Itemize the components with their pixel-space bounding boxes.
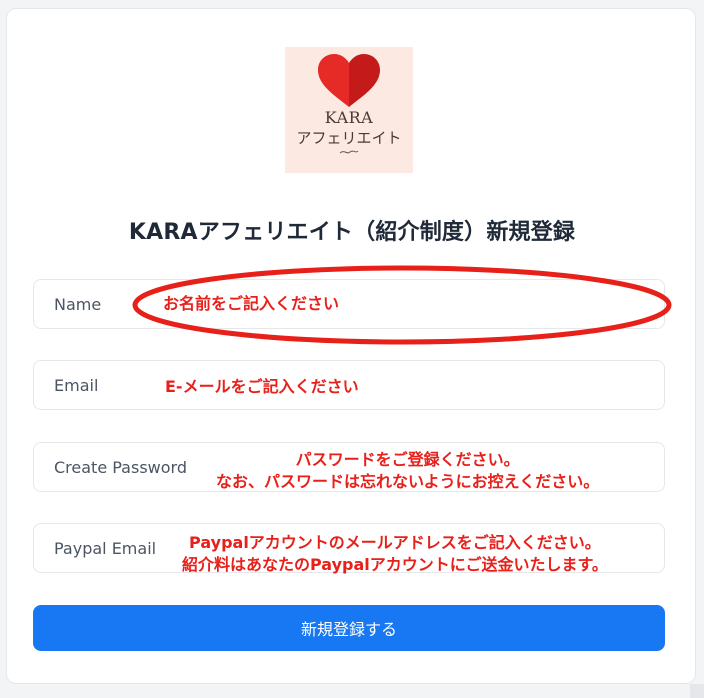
page-title: KARAアフェリエイト（紹介制度）新規登録 xyxy=(128,220,576,245)
scrollbar-corner xyxy=(690,684,704,698)
paypal-annotation-line1: Paypalアカウントのメールアドレスをご記入ください。 xyxy=(189,533,601,552)
password-annotation-line1: パスワードをご登録ください。 xyxy=(295,450,520,469)
register-button[interactable]: 新規登録する xyxy=(33,605,665,651)
heart-icon xyxy=(318,54,380,107)
paypal-annotation-line2: 紹介料はあなたのPaypalアカウントにご送金いたします。 xyxy=(182,555,608,574)
paypal-annotation: Paypalアカウントのメールアドレスをご記入ください。 紹介料はあなたのPay… xyxy=(182,532,608,576)
swirl-ornament-icon xyxy=(339,150,359,154)
email-annotation: E-メールをご記入ください xyxy=(165,377,359,396)
logo-title-jp: アフェリエイト xyxy=(296,129,402,147)
logo-title-en: KARA xyxy=(324,108,374,127)
password-annotation: パスワードをご登録ください。 なお、パスワードは忘れないようにお控えください。 xyxy=(216,449,599,493)
password-annotation-line2: なお、パスワードは忘れないようにお控えください。 xyxy=(216,472,600,491)
kara-logo: KARA アフェリエイト xyxy=(285,47,413,173)
name-annotation: お名前をご記入ください xyxy=(163,294,340,313)
